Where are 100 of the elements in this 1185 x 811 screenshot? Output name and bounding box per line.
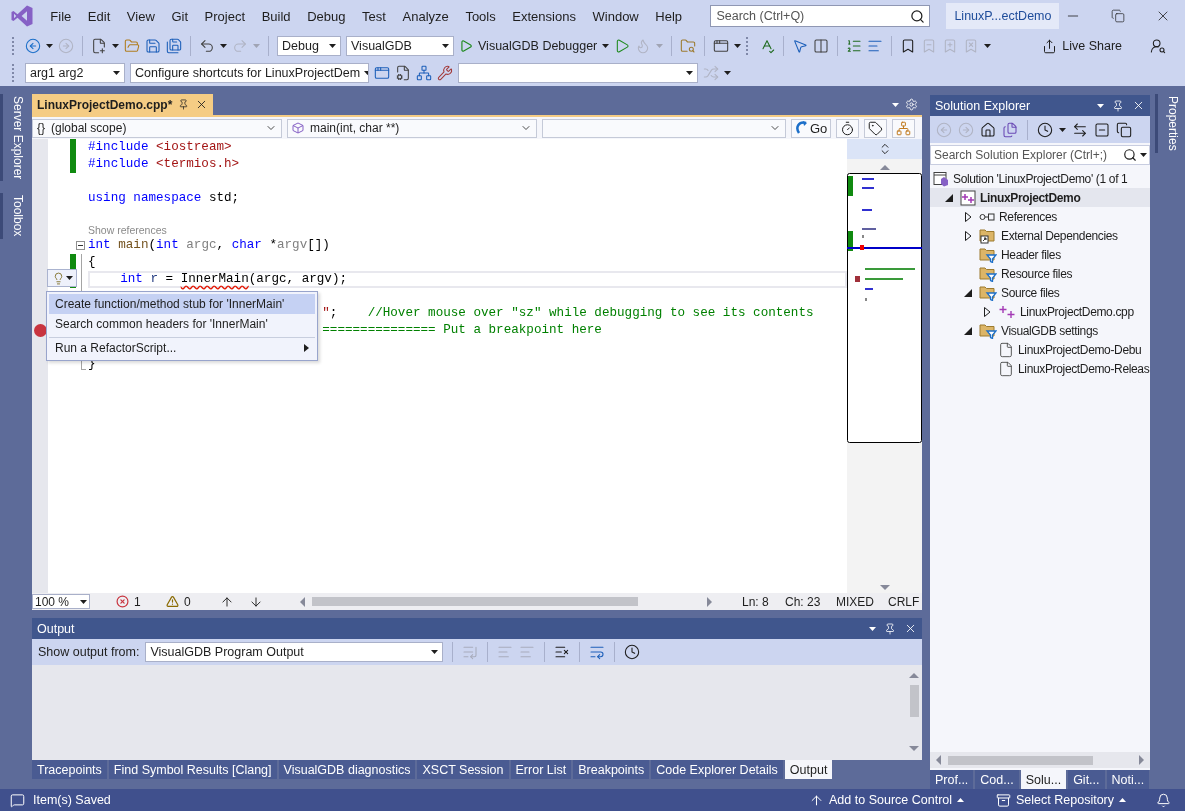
caret-icon[interactable] <box>431 650 439 654</box>
show-all-files-icon[interactable] <box>1116 121 1132 138</box>
source-control-button[interactable]: Add to Source Control <box>809 792 965 808</box>
menu-item[interactable]: Create function/method stub for 'InnerMain' <box>49 294 315 314</box>
menu-item[interactable]: Build <box>253 8 299 24</box>
scroll-left-icon[interactable] <box>298 596 308 607</box>
close-icon[interactable] <box>904 622 917 635</box>
tree-item[interactable]: Header files <box>930 245 1150 264</box>
previous-issue-icon[interactable] <box>220 594 234 609</box>
zoom-dropdown[interactable]: 100 % <box>32 594 90 609</box>
clock-icon[interactable] <box>624 644 641 660</box>
collapse-icon[interactable] <box>76 241 85 250</box>
caret-icon[interactable] <box>686 71 693 75</box>
caret-icon[interactable] <box>724 71 731 75</box>
list-icon[interactable] <box>846 38 863 54</box>
repository-button[interactable]: Select Repository <box>996 792 1126 808</box>
close-icon[interactable] <box>1132 99 1145 112</box>
caret-icon[interactable] <box>957 798 965 802</box>
home-icon[interactable] <box>980 121 996 138</box>
panel-tab[interactable]: Code Explorer Details <box>651 760 783 779</box>
caret-icon[interactable] <box>1097 103 1104 108</box>
side-tab[interactable]: Server Explorer <box>0 94 27 182</box>
side-tab[interactable]: Toolbox <box>0 193 27 239</box>
code-map-drawing[interactable] <box>847 173 922 443</box>
search-field[interactable]: Search Solution Explorer (Ctrl+;) <box>930 145 1150 165</box>
tree-item[interactable]: LinuxProjectDemo.cpp <box>930 302 1150 321</box>
tree-item[interactable]: Source files <box>930 283 1150 302</box>
caret-icon[interactable] <box>442 44 449 48</box>
search-icon[interactable] <box>910 9 926 24</box>
tree-item[interactable]: References <box>930 207 1150 226</box>
panel-tab[interactable]: Error List <box>510 760 572 779</box>
menu-item[interactable]: Tools <box>457 8 505 24</box>
save-icon[interactable] <box>145 38 161 54</box>
panel-tab[interactable]: Cod... <box>975 770 1019 789</box>
scroll-right-icon[interactable] <box>704 596 714 607</box>
scrollbar-thumb[interactable] <box>312 597 638 606</box>
caret-icon[interactable] <box>734 44 742 48</box>
collapsed-arrow-icon[interactable] <box>983 306 991 317</box>
scope-dropdown[interactable]: {} (global scope) <box>32 118 282 138</box>
line-number[interactable]: Ln: 8 <box>742 594 785 609</box>
caret-icon[interactable] <box>46 44 53 48</box>
configuration-dropdown[interactable]: Debug <box>277 36 341 56</box>
window-run-icon[interactable] <box>374 65 390 81</box>
collapse-all-icon[interactable] <box>1094 121 1110 138</box>
menu-item[interactable]: View <box>118 8 164 24</box>
menu-item[interactable]: Git <box>163 8 197 24</box>
panel-tab[interactable]: Prof... <box>930 770 974 789</box>
menu-item[interactable]: Search common headers for 'InnerMain' <box>49 314 315 334</box>
panel-tab[interactable]: Output <box>784 760 833 779</box>
line-endings[interactable]: CRLF <box>888 594 920 609</box>
pin-icon[interactable] <box>884 622 896 635</box>
caret-icon[interactable] <box>65 276 73 280</box>
search-field[interactable]: Search (Ctrl+Q) <box>710 5 931 27</box>
menu-item[interactable]: File <box>42 8 80 24</box>
caret-icon[interactable] <box>80 599 87 604</box>
menu-item[interactable]: Debug <box>298 8 354 24</box>
whitespace-mode[interactable]: MIXED <box>836 594 888 609</box>
side-tab[interactable]: Properties <box>1155 94 1182 153</box>
window-icon[interactable] <box>713 38 730 54</box>
menu-item[interactable]: Extensions <box>504 8 585 24</box>
stopwatch-button[interactable] <box>836 118 860 138</box>
tree-item[interactable]: LinuxProjectDemo-Releas <box>930 359 1150 378</box>
align-icon[interactable] <box>867 38 884 54</box>
scroll-right-icon[interactable] <box>1136 755 1146 765</box>
member-dropdown[interactable]: main(int, char **) <box>287 118 537 138</box>
panel-tab[interactable]: Noti... <box>1106 770 1150 789</box>
panel-tab[interactable]: Find Symbol Results [Clang] <box>108 760 277 779</box>
panel-tab[interactable]: VisualGDB diagnostics <box>278 760 416 779</box>
output-source-dropdown[interactable]: VisualGDB Program Output <box>145 642 444 662</box>
warnings-indicator[interactable]: 0 <box>166 594 220 609</box>
caret-icon[interactable] <box>113 71 120 75</box>
show-references-link[interactable]: Show references <box>88 224 167 237</box>
restore-icon[interactable] <box>1111 9 1125 23</box>
caret-icon[interactable] <box>984 44 992 48</box>
caret-icon[interactable] <box>1140 153 1147 157</box>
columns-icon[interactable] <box>813 38 830 54</box>
network-icon[interactable] <box>416 65 432 81</box>
settings-icon[interactable] <box>905 98 918 111</box>
expanded-arrow-icon[interactable] <box>945 193 953 202</box>
sync-icon[interactable] <box>1072 121 1088 138</box>
undo-icon[interactable] <box>199 38 215 54</box>
wrench-icon[interactable] <box>437 65 453 81</box>
panel-tab[interactable]: Solu... <box>1020 770 1067 789</box>
breakpoint-icon[interactable] <box>33 324 47 337</box>
collapsed-arrow-icon[interactable] <box>964 230 972 241</box>
menu-item[interactable]: Edit <box>79 8 119 24</box>
expanded-arrow-icon[interactable] <box>964 288 972 297</box>
caret-icon[interactable] <box>1119 798 1126 802</box>
menu-item[interactable]: Run a RefactorScript... <box>49 337 315 358</box>
scroll-down-icon[interactable] <box>909 744 919 754</box>
cursor-icon[interactable] <box>792 38 809 54</box>
new-project-icon[interactable] <box>91 38 107 54</box>
scroll-left-icon[interactable] <box>934 755 944 765</box>
scrollbar-thumb[interactable] <box>909 685 919 717</box>
open-folder-icon[interactable] <box>124 38 140 54</box>
tree-item[interactable]: Resource files <box>930 264 1150 283</box>
feedback-icon[interactable] <box>1150 38 1166 54</box>
start-debugger-button[interactable]: VisualGDB Debugger <box>459 39 598 53</box>
tree-item[interactable]: External Dependencies <box>930 226 1150 245</box>
caret-icon[interactable] <box>1059 127 1066 132</box>
